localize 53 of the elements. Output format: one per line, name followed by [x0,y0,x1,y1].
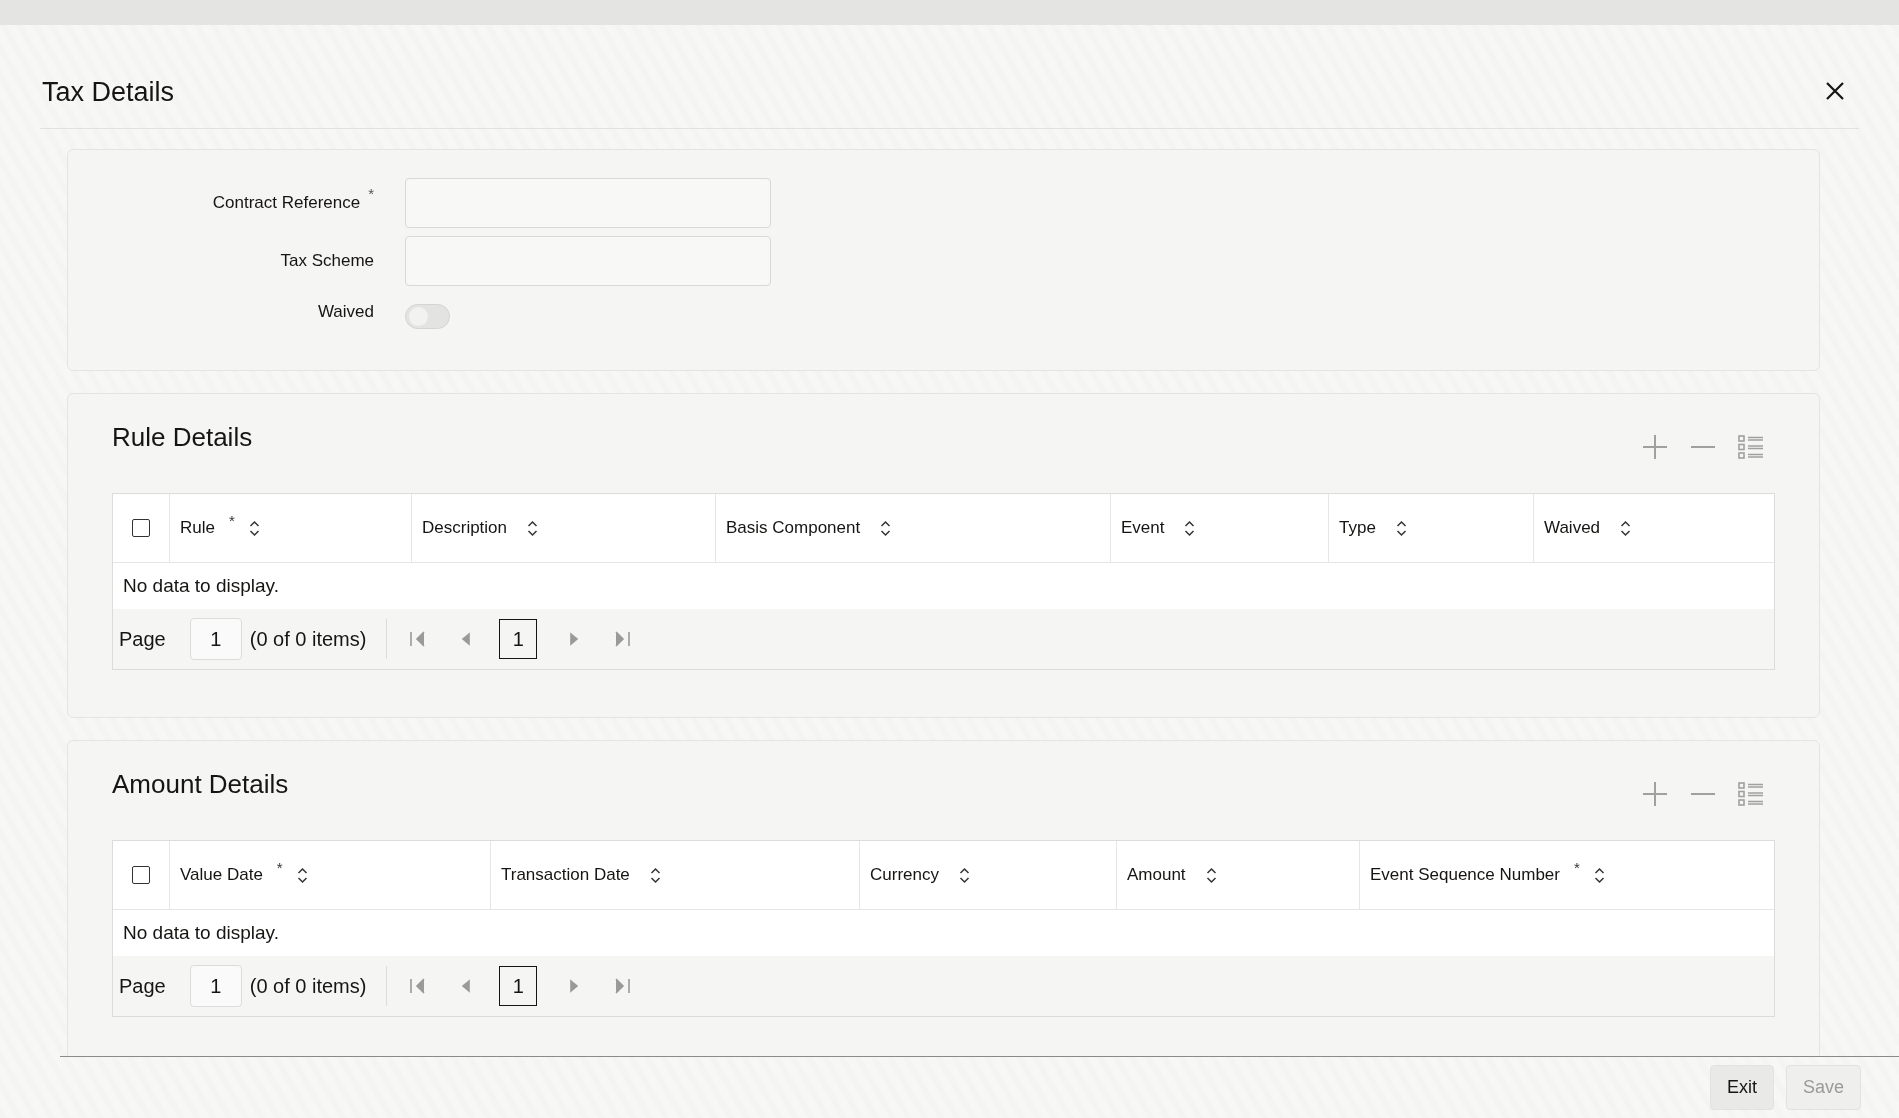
page-input[interactable]: 1 [189,618,242,660]
page-label: Page [119,627,166,651]
required-mark: * [228,511,235,529]
item-count: (0 of 0 items) [249,627,367,651]
sort-icon[interactable] [880,519,892,537]
required-mark: * [1573,858,1580,876]
sort-icon[interactable] [649,866,661,884]
empty-message: No data to display. [123,575,279,597]
add-icon[interactable] [1641,781,1669,807]
toggle-switch[interactable] [405,304,450,329]
sort-icon[interactable] [527,519,539,537]
sort-icon[interactable] [1184,519,1196,537]
column-header: Rule [180,518,215,538]
item-count: (0 of 0 items) [249,974,367,998]
sort-icon[interactable] [1620,519,1632,537]
sort-icon[interactable] [248,519,260,537]
column-header: Basis Component [726,518,861,538]
list-icon[interactable] [1737,781,1765,807]
column-header: Event Sequence Number [1370,865,1560,885]
column-header: Waived [1544,518,1601,538]
sort-icon[interactable] [1593,866,1605,884]
page-input[interactable]: 1 [189,965,242,1007]
column-header: Value Date [180,865,263,885]
empty-message: No data to display. [123,922,279,944]
section-title: Rule Details [112,422,253,453]
column-header: Amount [1127,865,1186,885]
window-title: Tax Details [42,77,175,108]
required-mark: * [368,185,374,202]
column-header: Event [1121,518,1165,538]
column-header: Type [1339,518,1376,538]
text-field[interactable] [405,236,771,286]
required-mark: * [276,858,283,876]
page-label: Page [119,974,166,998]
close-icon[interactable] [1825,80,1845,101]
list-icon[interactable] [1737,434,1765,460]
column-header: Description [422,518,508,538]
select-all-checkbox[interactable] [132,866,150,884]
field-label: Waived [317,301,374,322]
sort-icon[interactable] [1205,866,1217,884]
sort-icon[interactable] [1395,519,1407,537]
field-label: Tax Scheme [280,251,374,271]
sort-icon[interactable] [958,866,970,884]
column-header: Currency [870,865,939,885]
column-header: Transaction Date [501,865,630,885]
page-number-button[interactable]: 1 [499,619,538,659]
page-number-button[interactable]: 1 [499,966,538,1006]
section-title: Amount Details [112,769,289,800]
add-icon[interactable] [1641,434,1669,460]
text-field[interactable] [405,178,771,228]
select-all-checkbox[interactable] [132,519,150,537]
exit-button[interactable]: Exit [1709,1065,1774,1110]
sort-icon[interactable] [296,866,308,884]
field-label: Contract Reference [212,193,361,213]
